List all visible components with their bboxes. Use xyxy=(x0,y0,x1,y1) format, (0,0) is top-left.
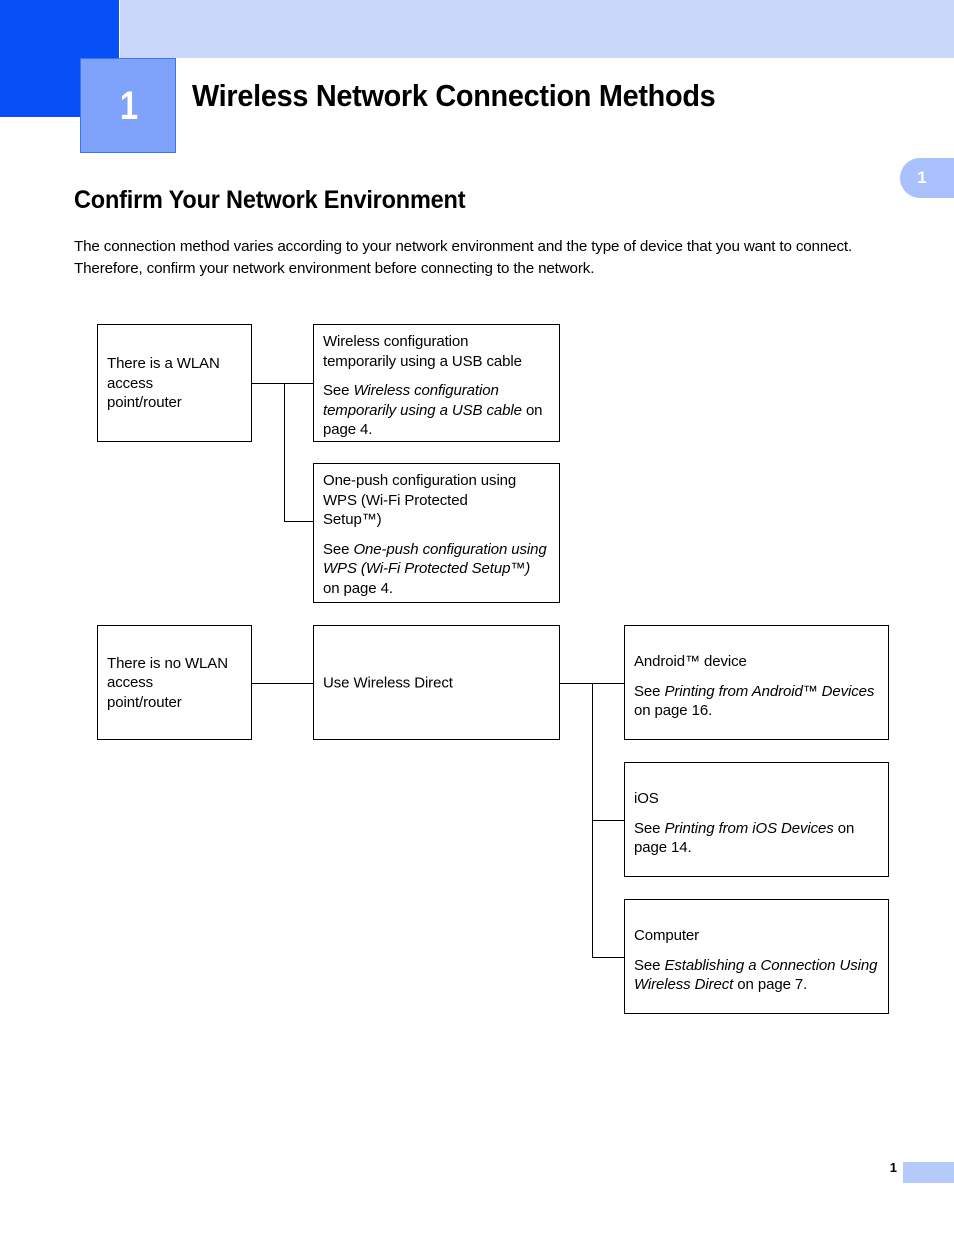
connector-wlan-stem xyxy=(252,383,314,384)
computer-title: Computer xyxy=(634,927,700,944)
flow-box-wlan-absent-text: There is no WLAN access point/router xyxy=(107,653,242,712)
wps-ref-prefix: See xyxy=(323,540,354,558)
wps-title-line-1: One-push configuration using xyxy=(323,472,517,489)
computer-reference: See Establishing a Connection Using Wire… xyxy=(634,956,879,995)
document-page: 1 Wireless Network Connection Methods 1 … xyxy=(0,0,954,1235)
flow-box-computer: Computer See Establishing a Connection U… xyxy=(624,899,889,1014)
footer-page-number: 1 xyxy=(889,1160,897,1175)
connector-direct-to-ios xyxy=(592,820,625,821)
flow-box-android-device-text: Android™ device See Printing from Androi… xyxy=(634,652,879,721)
connector-direct-to-computer xyxy=(592,957,625,958)
computer-ref-prefix: See xyxy=(634,956,665,974)
android-title: Android™ device xyxy=(634,653,747,670)
wps-title-line-3: Setup™) xyxy=(323,511,382,528)
flow-box-wlan-absent: There is no WLAN access point/router xyxy=(97,625,252,740)
flow-box-android-device: Android™ device See Printing from Androi… xyxy=(624,625,889,740)
connector-wlan-to-wps xyxy=(284,521,314,522)
flow-box-ios-device-text: iOS See Printing from iOS Devices on pag… xyxy=(634,789,879,858)
flow-box-computer-text: Computer See Establishing a Connection U… xyxy=(634,926,879,995)
wlan-present-line-1: There is a WLAN xyxy=(107,354,220,372)
flow-box-wireless-direct: Use Wireless Direct xyxy=(313,625,560,740)
connector-no-wlan-to-direct xyxy=(252,683,314,684)
connection-methods-flowchart: There is a WLAN access point/router Wire… xyxy=(0,0,954,1235)
android-ref-prefix: See xyxy=(634,682,665,700)
flow-box-wlan-present: There is a WLAN access point/router xyxy=(97,324,252,442)
wlan-present-line-2: access xyxy=(107,374,154,392)
flow-box-usb-temp-config: Wireless configuration temporarily using… xyxy=(313,324,560,442)
usb-temp-reference: See Wireless configuration temporarily u… xyxy=(323,381,550,440)
usb-temp-title-line-2: temporarily using a USB cable xyxy=(323,352,522,370)
wlan-absent-line-3: point/router xyxy=(107,693,182,711)
flow-box-wps-config: One-push configuration using WPS (Wi-Fi … xyxy=(313,463,560,603)
wps-title-line-2: WPS (Wi-Fi Protected xyxy=(323,491,468,509)
computer-ref-suffix: on page 7. xyxy=(733,976,808,993)
ios-ref-prefix: See xyxy=(634,819,665,837)
flow-box-usb-temp-config-text: Wireless configuration temporarily using… xyxy=(323,332,550,440)
wlan-present-line-3: point/router xyxy=(107,393,182,411)
usb-temp-ref-italic: Wireless configuration temporarily using… xyxy=(323,382,522,419)
flow-box-ios-device: iOS See Printing from iOS Devices on pag… xyxy=(624,762,889,877)
usb-temp-title-line-1: Wireless configuration xyxy=(323,333,469,350)
android-ref-italic: Printing from Android™ Devices xyxy=(664,682,875,700)
ios-title: iOS xyxy=(634,790,659,807)
wlan-absent-line-1: There is no WLAN xyxy=(107,654,228,672)
wps-reference: See One-push configuration using WPS (Wi… xyxy=(323,540,550,599)
connector-wlan-spine xyxy=(284,383,285,521)
ios-reference: See Printing from iOS Devices on page 14… xyxy=(634,819,879,858)
footer-accent-bar xyxy=(903,1162,954,1183)
flow-box-wps-config-text: One-push configuration using WPS (Wi-Fi … xyxy=(323,471,550,598)
wireless-direct-label: Use Wireless Direct xyxy=(323,673,453,691)
android-ref-suffix: on page 16. xyxy=(634,702,713,719)
wlan-absent-line-2: access xyxy=(107,673,154,691)
ios-ref-italic: Printing from iOS Devices xyxy=(664,819,834,837)
wps-ref-suffix: on page 4. xyxy=(323,579,393,597)
flow-box-wlan-present-text: There is a WLAN access point/router xyxy=(107,354,242,413)
android-reference: See Printing from Android™ Devices on pa… xyxy=(634,682,879,721)
flow-box-wireless-direct-text: Use Wireless Direct xyxy=(323,673,550,693)
wps-ref-italic: One-push configuration using WPS (Wi-Fi … xyxy=(323,540,547,578)
usb-temp-ref-prefix: See xyxy=(323,382,354,399)
